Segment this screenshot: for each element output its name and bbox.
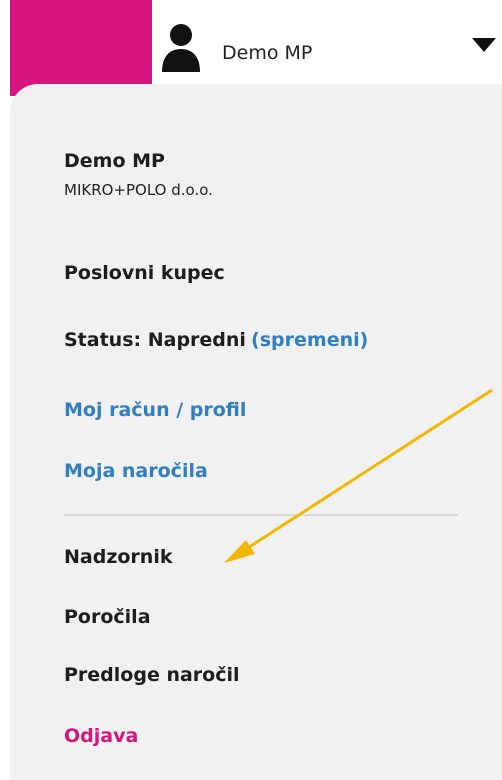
menu-divider — [64, 514, 458, 516]
account-profile-link[interactable]: Moj račun / profil — [64, 399, 246, 421]
header-user-name[interactable]: Demo MP — [222, 42, 312, 64]
reports-link[interactable]: Poročila — [64, 606, 151, 628]
menu-user-name: Demo MP — [64, 150, 165, 172]
menu-company-name: MIKRO+POLO d.o.o. — [64, 181, 213, 199]
status-change-link[interactable]: (spremeni) — [251, 329, 368, 351]
supervisor-link[interactable]: Nadzornik — [64, 546, 172, 568]
status-label: Status: Napredni — [64, 329, 246, 351]
customer-type: Poslovni kupec — [64, 262, 225, 284]
user-icon[interactable] — [160, 22, 202, 74]
status-row: Status: Napredni (spremeni) — [64, 329, 368, 351]
my-orders-link[interactable]: Moja naročila — [64, 460, 208, 482]
user-icon-graphic — [162, 24, 200, 72]
caret-down-icon[interactable] — [472, 38, 496, 52]
header-bar — [152, 0, 502, 90]
logout-link[interactable]: Odjava — [64, 725, 138, 747]
order-templates-link[interactable]: Predloge naročil — [64, 664, 240, 686]
brand-color-block — [10, 0, 152, 96]
